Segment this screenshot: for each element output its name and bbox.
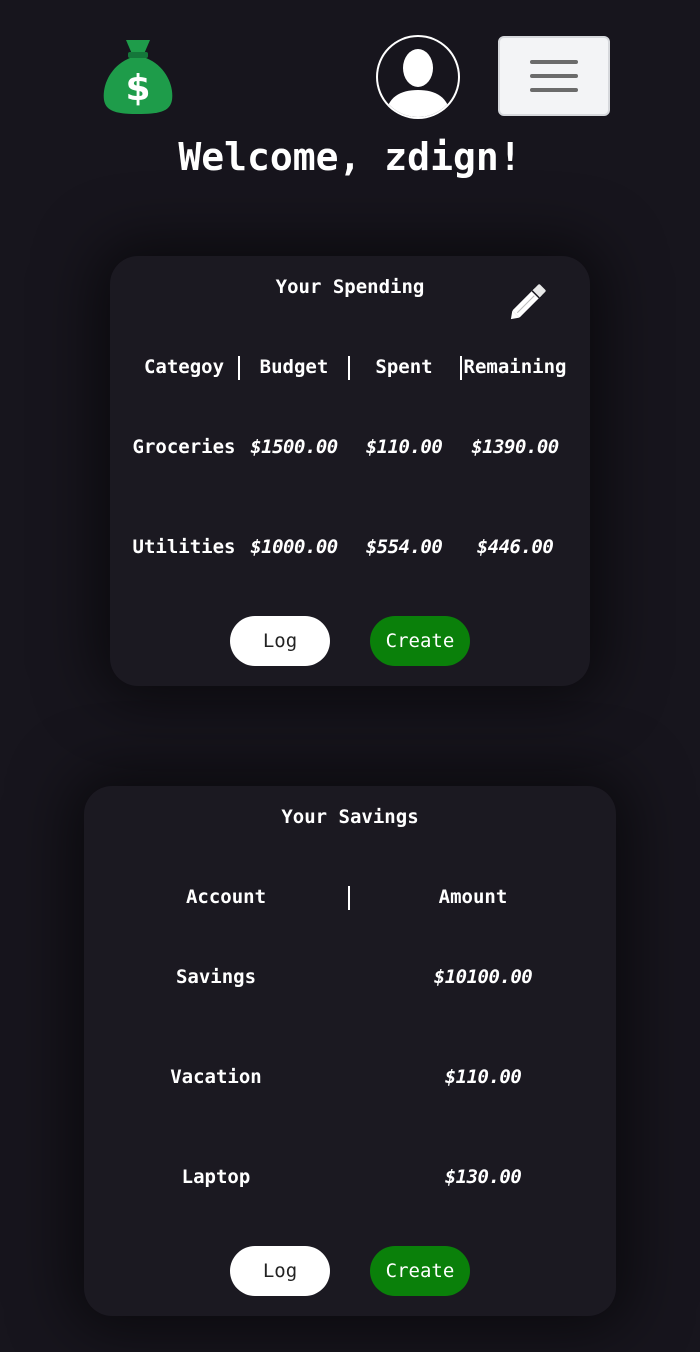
table-cell-spent: $554.00: [365, 536, 443, 558]
spending-log-button[interactable]: Log: [230, 616, 330, 666]
user-avatar-icon[interactable]: [373, 32, 463, 122]
column-divider: [348, 356, 350, 380]
column-header-amount: Amount: [438, 886, 508, 908]
table-cell-spent: $110.00: [365, 436, 443, 458]
spending-create-button[interactable]: Create: [370, 616, 470, 666]
table-cell-account: Savings: [175, 966, 257, 988]
welcome-heading: Welcome, zdign!: [178, 135, 522, 179]
table-cell-remaining: $1390.00: [471, 436, 559, 458]
savings-create-button[interactable]: Create: [370, 1246, 470, 1296]
column-header-spent: Spent: [375, 356, 433, 378]
table-cell-amount: $130.00: [444, 1166, 522, 1188]
column-header-category: Categoy: [143, 356, 225, 378]
hamburger-menu-icon: [530, 60, 578, 64]
table-cell-amount: $10100.00: [433, 966, 533, 988]
menu-button[interactable]: [498, 36, 610, 116]
pencil-icon[interactable]: [508, 278, 552, 322]
table-cell-amount: $110.00: [444, 1066, 522, 1088]
table-cell-budget: $1500.00: [250, 436, 338, 458]
table-cell-category: Groceries: [132, 436, 236, 458]
column-header-budget: Budget: [259, 356, 329, 378]
spending-card: Your Spending Categoy Budget Spent Remai…: [110, 256, 590, 686]
column-header-remaining: Remaining: [463, 356, 567, 378]
column-divider: [348, 886, 350, 910]
savings-title: Your Savings: [281, 806, 419, 828]
table-cell-remaining: $446.00: [476, 536, 554, 558]
table-cell-account: Laptop: [181, 1166, 251, 1188]
money-bag-icon: $: [103, 40, 173, 114]
table-cell-budget: $1000.00: [250, 536, 338, 558]
savings-card: Your Savings Account Amount Savings $101…: [84, 786, 616, 1316]
table-cell-category: Utilities: [132, 536, 236, 558]
column-divider: [238, 356, 240, 380]
savings-log-button[interactable]: Log: [230, 1246, 330, 1296]
column-header-account: Account: [185, 886, 267, 908]
svg-text:$: $: [125, 68, 150, 109]
table-cell-account: Vacation: [170, 1066, 262, 1088]
